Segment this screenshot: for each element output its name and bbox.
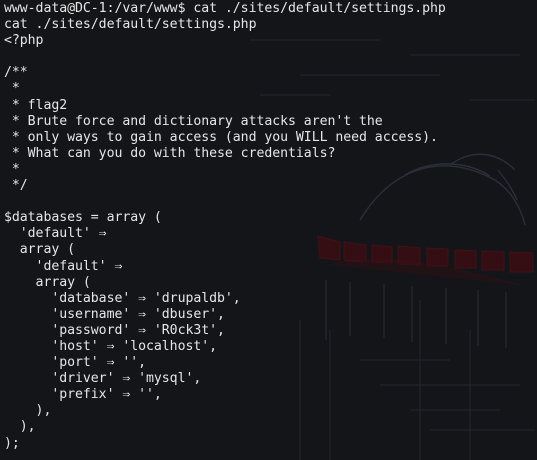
terminal-line: cat ./sites/default/settings.php [4, 17, 257, 33]
terminal-line: * [4, 161, 20, 177]
terminal-line: 'default' ⇒ [4, 258, 123, 274]
terminal-window[interactable]: www-data@DC-1:/var/www$ cat ./sites/defa… [4, 1, 534, 459]
terminal-line: www-data@DC-1:/var/www$ cat ./sites/defa… [4, 1, 446, 16]
terminal-line: 'prefix' ⇒ '', [4, 387, 162, 403]
terminal-line: * only ways to gain access (and you WILL… [4, 129, 438, 145]
terminal-line: ), [4, 403, 52, 419]
terminal-line: 'password' ⇒ 'R0ck3t', [4, 322, 225, 338]
terminal-line: array ( [4, 274, 91, 290]
terminal-line: ), [4, 419, 36, 435]
terminal-line: * Brute force and dictionary attacks are… [4, 113, 383, 129]
terminal-line: 'host' ⇒ 'localhost', [4, 338, 218, 354]
terminal-line: * What can you do with these credentials… [4, 145, 336, 161]
terminal-line: 'database' ⇒ 'drupaldb', [4, 290, 241, 306]
terminal-line: 'driver' ⇒ 'mysql', [4, 371, 202, 387]
terminal-line: */ [4, 178, 28, 194]
terminal-line: <?php [4, 33, 44, 49]
terminal-line: ); [4, 435, 20, 451]
terminal-line: $databases = array ( [4, 210, 162, 226]
terminal-line: 'username' ⇒ 'dbuser', [4, 306, 225, 322]
terminal-line: * [4, 81, 20, 97]
terminal-line: 'port' ⇒ '', [4, 355, 147, 371]
terminal-line: array ( [4, 242, 76, 258]
terminal-line: * flag2 [4, 97, 68, 113]
terminal-line: 'default' ⇒ [4, 226, 107, 242]
terminal-line: /** [4, 65, 28, 81]
